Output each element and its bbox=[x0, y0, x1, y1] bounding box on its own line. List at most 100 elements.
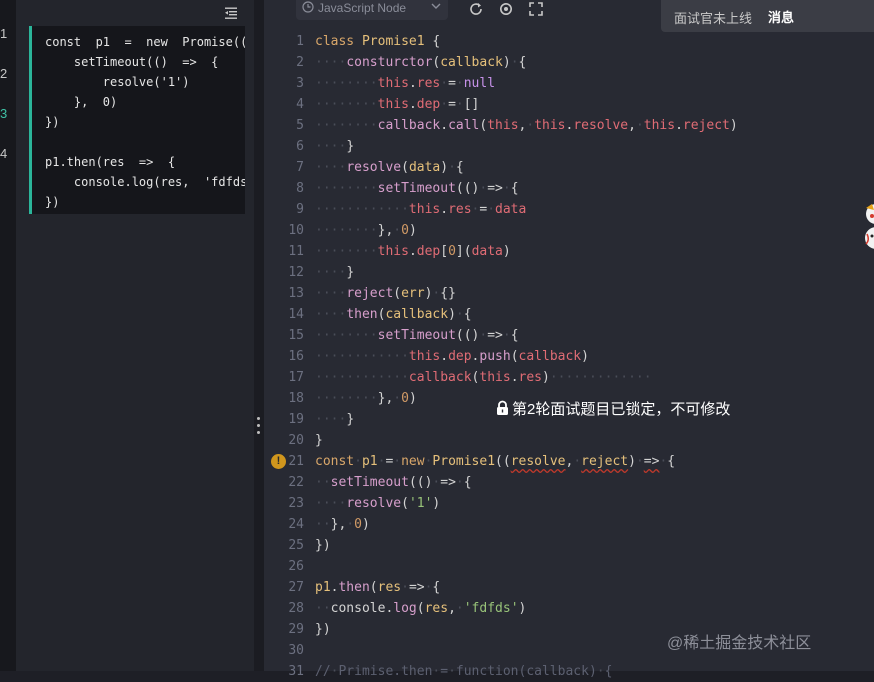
line-number: 29 bbox=[288, 622, 304, 637]
line-number: 4 bbox=[296, 97, 304, 112]
question-number-4[interactable]: 4 bbox=[0, 146, 16, 161]
code-line[interactable]: 20} bbox=[264, 430, 874, 451]
line-content: ············this.res·=·data bbox=[315, 202, 527, 217]
line-number: 23 bbox=[288, 496, 304, 511]
line-content: //·Primise.then·=·function(callback)·{ bbox=[315, 664, 613, 679]
line-content: ··},·0) bbox=[315, 517, 370, 532]
code-line[interactable]: 25}) bbox=[264, 535, 874, 556]
code-line[interactable]: 4 ········this.dep·=·[] bbox=[264, 94, 874, 115]
line-number: 20 bbox=[288, 433, 304, 448]
refresh-icon[interactable] bbox=[468, 1, 484, 17]
line-number: 2 bbox=[296, 55, 304, 70]
question-panel-header bbox=[16, 0, 254, 26]
fullscreen-icon[interactable] bbox=[528, 1, 544, 17]
code-line[interactable]: 27 p1.then(res·=>·{ bbox=[264, 577, 874, 598]
code-line[interactable]: 5 ········callback.call(this,·this.resolv… bbox=[264, 115, 874, 136]
lock-message-text: 第2轮面试题目已锁定，不可修改 bbox=[512, 401, 731, 418]
line-number: 14 bbox=[288, 307, 304, 322]
line-number: 24 bbox=[288, 517, 304, 532]
line-content: ········},·0) bbox=[315, 223, 417, 238]
question-number-3[interactable]: 3 bbox=[0, 106, 16, 121]
chevron-down-icon bbox=[431, 3, 441, 9]
notification-bar: 面试官未上线 消息 bbox=[661, 0, 874, 32]
code-line[interactable]: 24 ··},·0) bbox=[264, 514, 874, 535]
line-content: ········callback.call(this,·this.resolve… bbox=[315, 118, 738, 133]
language-label: JavaScript Node bbox=[318, 1, 407, 15]
line-number: 17 bbox=[288, 370, 304, 385]
line-content: ····consturctor(callback)·{ bbox=[315, 55, 527, 70]
lock-message: 第2轮面试题目已锁定，不可修改 bbox=[495, 398, 730, 419]
line-number: 8 bbox=[296, 181, 304, 196]
line-content: ····resolve('1') bbox=[315, 496, 441, 511]
code-line[interactable]: 3 ········this.res·=·null bbox=[264, 73, 874, 94]
code-line[interactable]: 2 ····consturctor(callback)·{ bbox=[264, 52, 874, 73]
code-line[interactable]: 26 bbox=[264, 556, 874, 577]
line-number: 1 bbox=[296, 34, 304, 49]
line-content: ····then(callback)·{ bbox=[315, 307, 472, 322]
panel-splitter[interactable] bbox=[254, 0, 264, 671]
code-line[interactable]: 17 ············callback(this.res)········… bbox=[264, 367, 874, 388]
line-content: ········this.dep[0](data) bbox=[315, 244, 511, 259]
question-number-2[interactable]: 2 bbox=[0, 66, 16, 81]
line-number: 13 bbox=[288, 286, 304, 301]
code-line[interactable]: 28 ··console.log(res,·'fdfds') bbox=[264, 598, 874, 619]
language-select[interactable]: JavaScript Node bbox=[296, 0, 448, 20]
code-lines[interactable]: 1 class Promise1 { 2 ····consturctor(callba… bbox=[264, 31, 874, 682]
line-content: ····reject(err)·{} bbox=[315, 286, 456, 301]
code-line[interactable]: 15 ········setTimeout(()·=>·{ bbox=[264, 325, 874, 346]
line-number: 15 bbox=[288, 328, 304, 343]
line-number: 9 bbox=[296, 202, 304, 217]
code-line[interactable]: 13 ····reject(err)·{} bbox=[264, 283, 874, 304]
mascot-sticker bbox=[865, 204, 874, 249]
code-line[interactable]: 12 ····} bbox=[264, 262, 874, 283]
code-editor[interactable]: JavaScript Node 面试官未上线 消息 1 class Promise… bbox=[264, 0, 874, 679]
line-number: 7 bbox=[296, 160, 304, 175]
code-line[interactable]: 9 ············this.res·=·data bbox=[264, 199, 874, 220]
line-number: 12 bbox=[288, 265, 304, 280]
line-content: }) bbox=[315, 622, 331, 637]
line-content: ············this.dep.push(callback) bbox=[315, 349, 589, 364]
line-number: 16 bbox=[288, 349, 304, 364]
code-line[interactable]: 10 ········},·0) bbox=[264, 220, 874, 241]
code-line[interactable]: 16 ············this.dep.push(callback) bbox=[264, 346, 874, 367]
editor-toolbar: JavaScript Node 面试官未上线 消息 bbox=[264, 0, 874, 32]
line-number: 18 bbox=[288, 391, 304, 406]
line-content: ····} bbox=[315, 412, 355, 427]
code-line[interactable]: 23 ····resolve('1') bbox=[264, 493, 874, 514]
line-content: ········setTimeout(()·=>·{ bbox=[315, 181, 519, 196]
collapse-panel-icon[interactable] bbox=[223, 5, 239, 21]
line-number: 11 bbox=[288, 244, 304, 259]
line-content: ····} bbox=[315, 265, 355, 280]
line-content: ········setTimeout(()·=>·{ bbox=[315, 328, 519, 343]
line-content: ········this.dep·=·[] bbox=[315, 97, 480, 112]
code-line[interactable]: 8 ········setTimeout(()·=>·{ bbox=[264, 178, 874, 199]
code-line[interactable]: 1 class Promise1 { bbox=[264, 31, 874, 52]
question-code: const p1 = new Promise((r setTimeout(() … bbox=[45, 35, 245, 209]
line-number: 19 bbox=[288, 412, 304, 427]
line-content: const·p1·=·new·Promise1((resolve,·reject… bbox=[315, 454, 676, 469]
code-line[interactable]: 31 //·Primise.then·=·function(callback)·{ bbox=[264, 661, 874, 682]
question-number-1[interactable]: 1 bbox=[0, 26, 16, 41]
code-line[interactable]: 22 ··setTimeout(()·=>·{ bbox=[264, 472, 874, 493]
code-line[interactable]: 11 ········this.dep[0](data) bbox=[264, 241, 874, 262]
warning-icon[interactable]: ! bbox=[271, 454, 286, 469]
line-number: 3 bbox=[296, 76, 304, 91]
messages-button[interactable]: 消息 bbox=[768, 7, 794, 26]
code-line[interactable]: 6 ····} bbox=[264, 136, 874, 157]
lock-icon bbox=[497, 400, 508, 415]
line-content: ········},·0) bbox=[315, 391, 417, 406]
line-content: ··console.log(res,·'fdfds') bbox=[315, 601, 527, 616]
code-line[interactable]: 21! const·p1·=·new·Promise1((resolve,·rej… bbox=[264, 451, 874, 472]
drag-handle-icon[interactable] bbox=[256, 417, 262, 439]
line-content: ··setTimeout(()·=>·{ bbox=[315, 475, 472, 490]
line-content: } bbox=[315, 433, 323, 448]
line-content: ············callback(this.res)··········… bbox=[315, 370, 652, 385]
question-number-strip: 1 2 3 4 bbox=[0, 0, 16, 671]
code-line[interactable]: 14 ····then(callback)·{ bbox=[264, 304, 874, 325]
settings-icon[interactable] bbox=[498, 1, 514, 17]
line-number: 26 bbox=[288, 559, 304, 574]
code-line[interactable]: 7 ····resolve(data)·{ bbox=[264, 157, 874, 178]
line-content: ····} bbox=[315, 139, 355, 154]
interviewer-status-text: 面试官未上线 bbox=[674, 11, 753, 26]
line-number: 28 bbox=[288, 601, 304, 616]
